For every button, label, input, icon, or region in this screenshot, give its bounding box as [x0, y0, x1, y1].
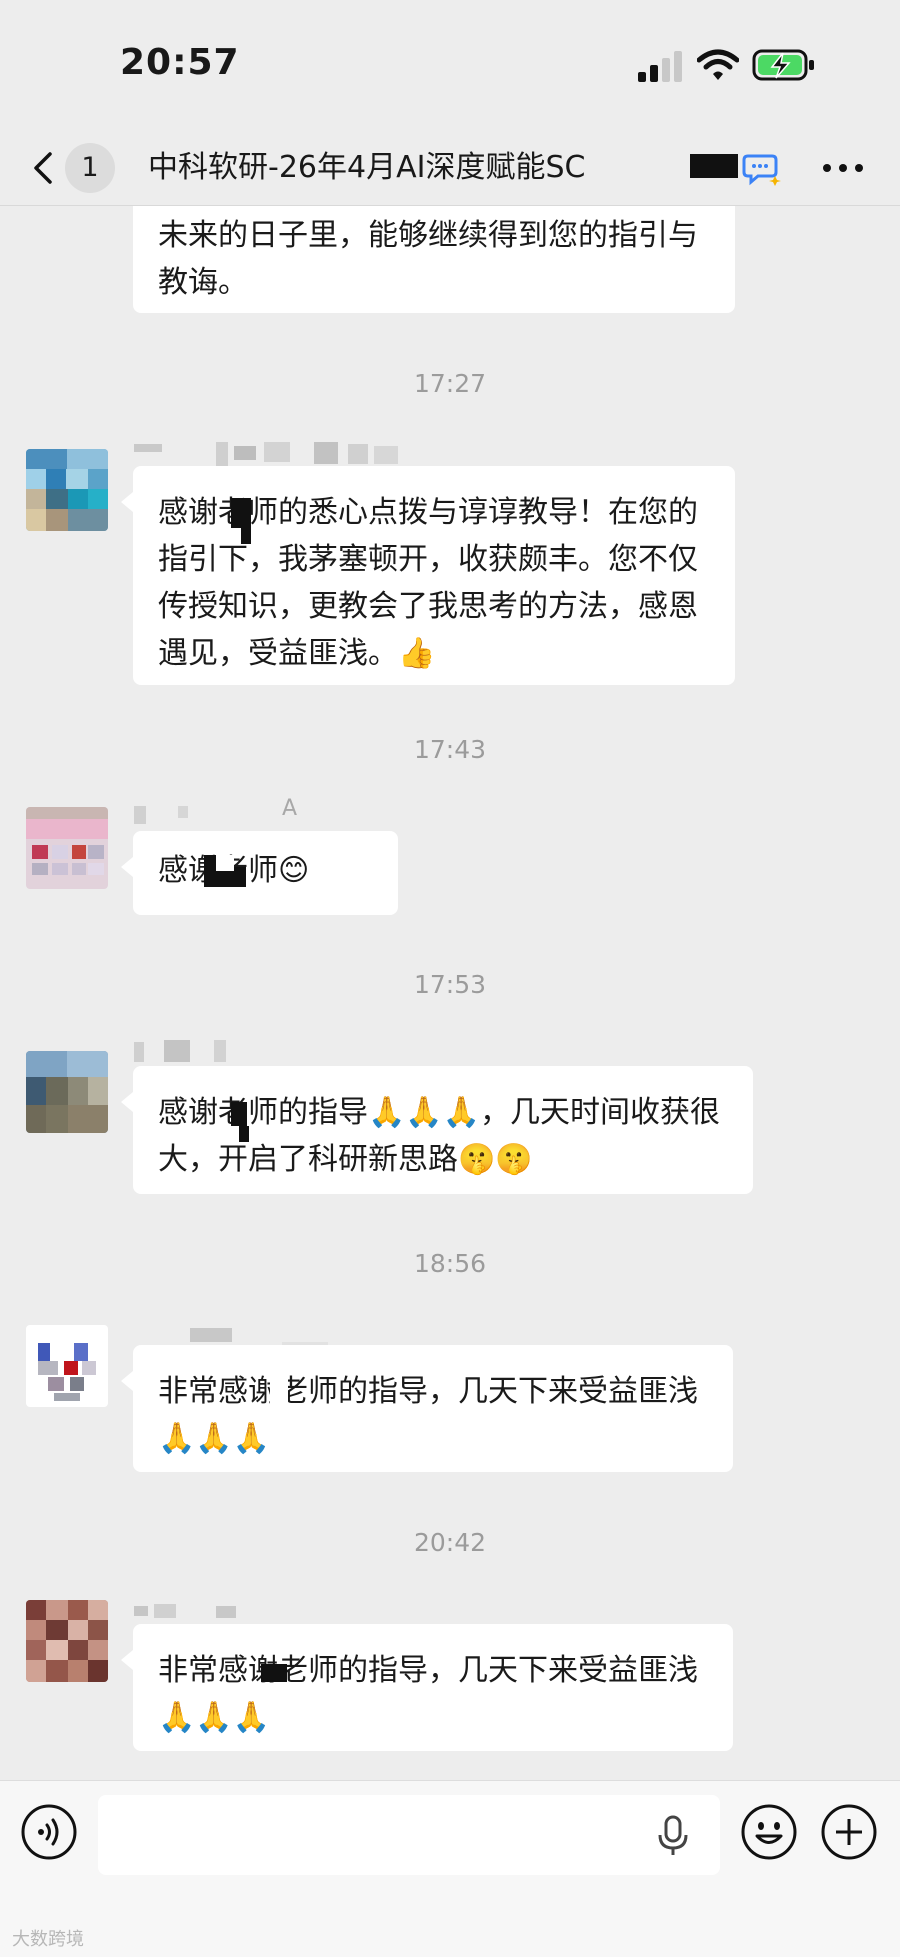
message-bubble[interactable]: 感谢老师的悉心点拨与谆谆教导！在您的指引下，我茅塞顿开，收获颇丰。您不仅传授知识…: [121, 466, 735, 685]
message-text: 非常感谢老师的指导，几天下来受益匪浅🙏🙏🙏: [158, 1374, 698, 1456]
message-bubble[interactable]: 感谢老师😊: [121, 831, 398, 915]
chat-title: 中科软研-26年4月AI深度赋能SC: [148, 150, 586, 185]
timestamp: 17:53: [413, 970, 487, 999]
status-time: 20:57: [120, 42, 240, 83]
message-text: 非常感谢老师的指导，几天下来受益匪浅🙏🙏🙏: [158, 1653, 698, 1735]
name-redaction: [216, 855, 234, 871]
timestamp: 20:42: [413, 1528, 487, 1557]
name-redaction: [204, 855, 216, 867]
sender-name-blurred: [134, 1318, 334, 1348]
chevron-left-icon[interactable]: [24, 138, 64, 198]
message-bubble[interactable]: 未来的日子里，能够继续得到您的指引与教诲。: [133, 206, 735, 313]
sender-name-blurred: A: [134, 796, 314, 826]
avatar[interactable]: [26, 807, 108, 889]
unread-count-badge[interactable]: 1: [65, 143, 115, 193]
message-input[interactable]: [98, 1795, 720, 1875]
more-dots-icon[interactable]: [818, 150, 868, 186]
timestamp: 18:56: [413, 1249, 487, 1278]
battery-charging-icon: [752, 49, 814, 81]
watermark: 大数跨境: [12, 1929, 84, 1950]
cellular-signal-icon: [638, 51, 682, 82]
name-redaction: [239, 1126, 249, 1142]
chat-header: 1 中科软研-26年4月AI深度赋能SC: [0, 130, 900, 206]
message-bubble[interactable]: 感谢老师的指导🙏🙏🙏，几天时间收获很大，开启了科研新思路🤫🤫: [121, 1066, 753, 1194]
input-bar: 大数跨境: [0, 1780, 900, 1957]
sender-name-blurred: [134, 1034, 254, 1064]
avatar[interactable]: [26, 1600, 108, 1682]
avatar[interactable]: [26, 1325, 108, 1407]
name-redaction: [241, 522, 251, 544]
emoji-icon[interactable]: [740, 1803, 798, 1861]
name-redaction: [261, 1664, 287, 1682]
message-text: 未来的日子里，能够继续得到您的指引与教诲。: [158, 218, 698, 300]
title-redaction: [690, 154, 738, 178]
timestamp: 17:43: [413, 735, 487, 764]
sender-name-blurred: [134, 438, 464, 468]
sender-name-blurred: [134, 1596, 294, 1626]
name-redaction: [270, 1369, 288, 1409]
sender-name-fragment: A: [282, 796, 298, 821]
avatar[interactable]: [26, 449, 108, 531]
status-bar: 20:57: [0, 0, 900, 130]
ai-chat-icon[interactable]: [742, 148, 782, 188]
plus-icon[interactable]: [820, 1803, 878, 1861]
wifi-icon: [697, 49, 739, 80]
message-bubble[interactable]: 非常感谢老师的指导，几天下来受益匪浅🙏🙏🙏: [121, 1345, 733, 1472]
message-list[interactable]: 未来的日子里，能够继续得到您的指引与教诲。 17:27 感谢老师的悉心点拨与谆谆…: [0, 206, 900, 1780]
voice-icon[interactable]: [20, 1803, 78, 1861]
name-redaction: [231, 1102, 247, 1126]
mic-icon[interactable]: [656, 1815, 690, 1857]
message-bubble[interactable]: 非常感谢老师的指导，几天下来受益匪浅🙏🙏🙏: [121, 1624, 733, 1751]
avatar[interactable]: [26, 1051, 108, 1133]
timestamp: 17:27: [413, 369, 487, 398]
